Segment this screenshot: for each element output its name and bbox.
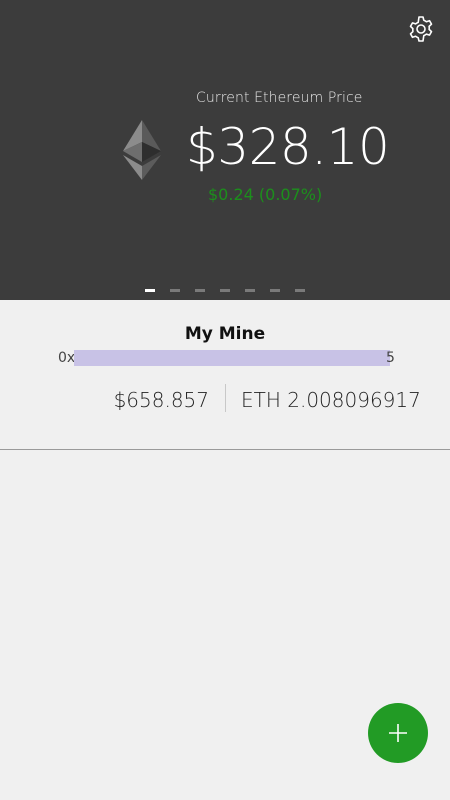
gear-icon <box>409 16 433 42</box>
page-indicator-dot-5[interactable] <box>245 289 255 292</box>
wallet-address-prefix: 0x <box>58 350 76 366</box>
page-indicator-dot-7[interactable] <box>295 289 305 292</box>
add-wallet-button[interactable] <box>368 703 428 763</box>
balance-usd: $658.857 <box>113 388 209 412</box>
balance-eth: ETH 2.008096917 <box>241 388 421 412</box>
wallet-address-redaction <box>74 350 390 366</box>
wallet-name: My Mine <box>184 324 266 344</box>
price-value: $328.10 <box>186 118 390 176</box>
ethereum-logo-icon <box>123 120 161 180</box>
price-header: Current Ethereum Price $328.10 $0.24 (0.… <box>0 0 450 300</box>
price-label: Current Ethereum Price <box>196 90 363 106</box>
page-indicator-dot-6[interactable] <box>270 289 280 292</box>
price-change: $0.24 (0.07%) <box>208 185 323 204</box>
page-indicator-dot-3[interactable] <box>195 289 205 292</box>
page-indicator-dot-1[interactable] <box>145 289 155 292</box>
plus-icon <box>389 724 407 742</box>
balance-divider <box>225 384 226 412</box>
page-indicator-dot-4[interactable] <box>220 289 230 292</box>
wallet-address-suffix: 5 <box>386 350 395 366</box>
wallet-address: 0x <box>58 348 75 368</box>
settings-button[interactable] <box>406 14 436 44</box>
wallet-card[interactable]: My Mine 0x $658.857 ETH 2.008096917 <box>0 300 450 450</box>
ethereum-logo <box>122 120 162 180</box>
page-indicator <box>145 289 305 292</box>
page-indicator-dot-2[interactable] <box>170 289 180 292</box>
